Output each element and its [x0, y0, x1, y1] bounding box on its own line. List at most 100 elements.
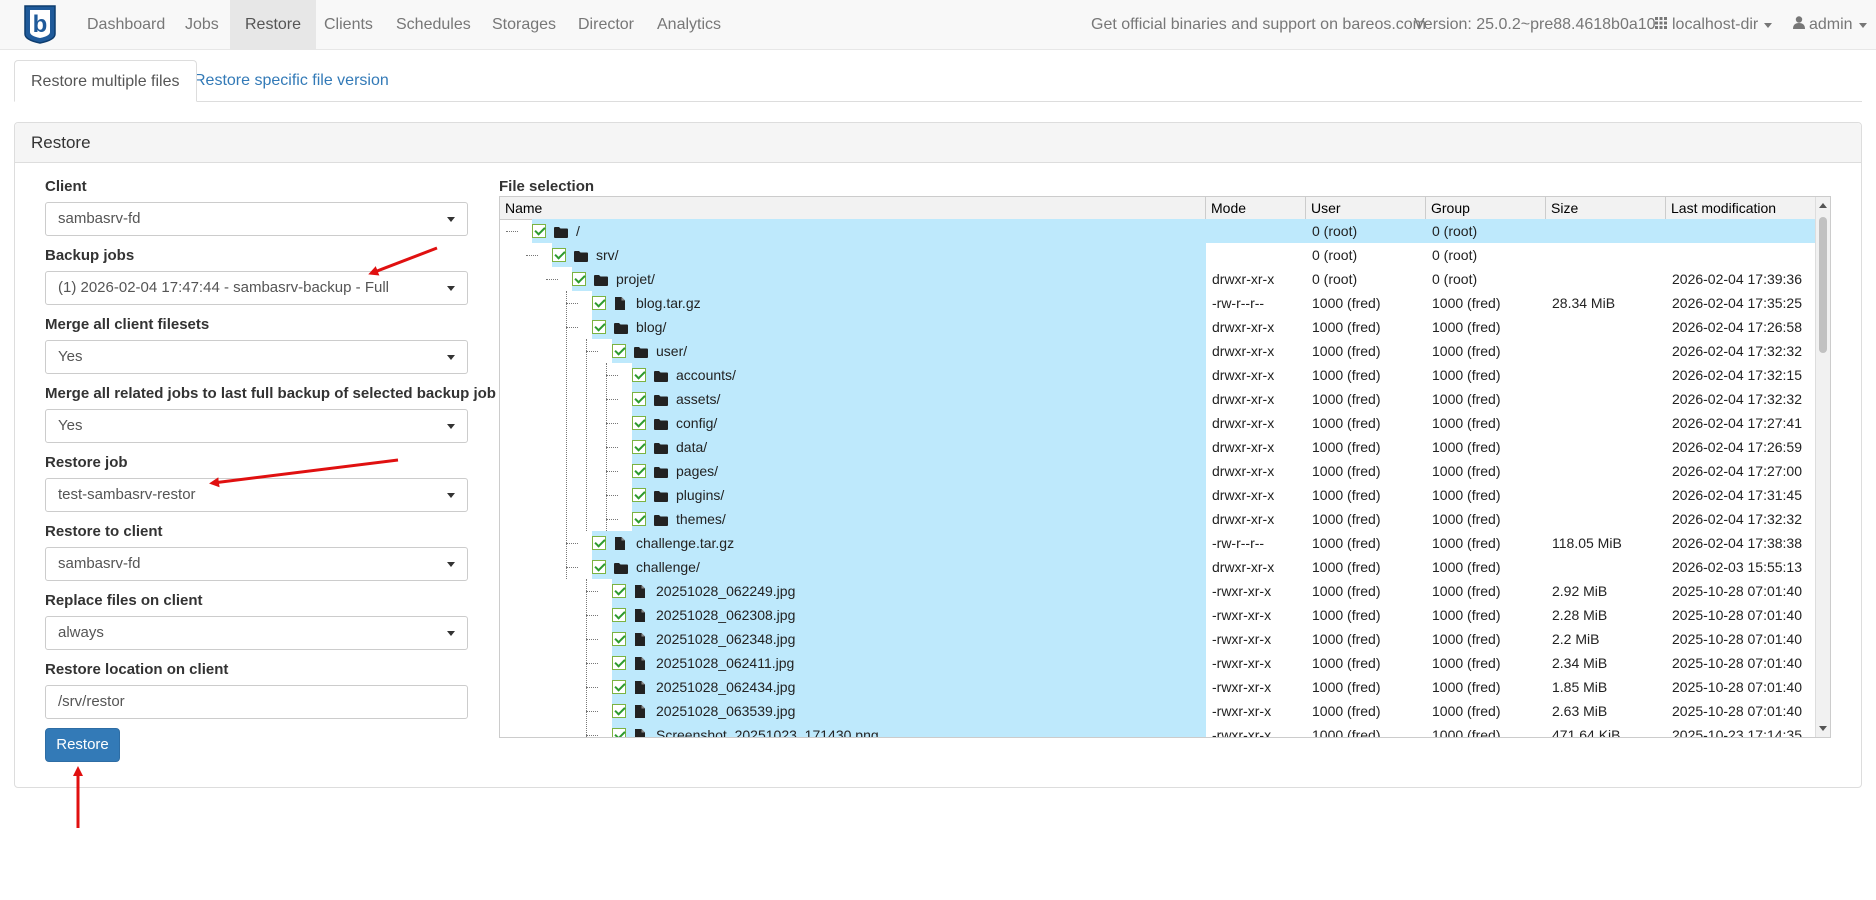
file-name[interactable]: 20251028_062308.jpg — [656, 603, 795, 627]
restore-job-select[interactable]: test-sambasrv-restor — [45, 478, 468, 512]
file-name[interactable]: projet/ — [616, 267, 655, 291]
user-dropdown[interactable]: admin — [1793, 0, 1867, 50]
table-row[interactable]: 20251028_062249.jpg -rwxr-xr-x 1000 (fred)… — [500, 579, 1816, 603]
checkbox[interactable] — [612, 632, 626, 646]
table-row[interactable]: pages/drwxr-xr-x 1000 (fred) 1000 (fred) 20… — [500, 459, 1816, 483]
table-row[interactable]: 20251028_062434.jpg -rwxr-xr-x 1000 (fred)… — [500, 675, 1816, 699]
checkbox[interactable] — [612, 728, 626, 737]
column-name[interactable]: Name — [500, 197, 1206, 219]
file-name[interactable]: blog/ — [636, 315, 666, 339]
column-size[interactable]: Size — [1546, 197, 1666, 219]
nav-restore[interactable]: Restore — [230, 0, 317, 50]
table-row[interactable]: 20251028_062348.jpg -rwxr-xr-x 1000 (fred)… — [500, 627, 1816, 651]
checkbox[interactable] — [612, 608, 626, 622]
file-name[interactable]: Screenshot_20251023_171430.png — [656, 723, 879, 737]
name-cell[interactable] — [632, 435, 1206, 459]
file-name[interactable]: data/ — [676, 435, 707, 459]
name-cell[interactable] — [592, 315, 1206, 339]
table-row[interactable]: Screenshot_20251023_171430.png -rwxr-xr-x… — [500, 723, 1816, 737]
nav-storages[interactable]: Storages — [477, 0, 571, 50]
checkbox[interactable] — [632, 488, 646, 502]
checkbox[interactable] — [612, 344, 626, 358]
nav-schedules[interactable]: Schedules — [381, 0, 486, 50]
checkbox[interactable] — [572, 272, 586, 286]
checkbox[interactable] — [612, 656, 626, 670]
bareos-logo[interactable]: b — [22, 4, 58, 44]
scroll-down-icon[interactable] — [1819, 726, 1827, 731]
column-last-modification[interactable]: Last modification — [1666, 197, 1816, 219]
file-name[interactable]: accounts/ — [676, 363, 736, 387]
file-name[interactable]: blog.tar.gz — [636, 291, 701, 315]
name-cell[interactable] — [632, 411, 1206, 435]
checkbox[interactable] — [552, 248, 566, 262]
checkbox[interactable] — [632, 464, 646, 478]
name-cell[interactable] — [612, 339, 1206, 363]
checkbox[interactable] — [592, 560, 606, 574]
column-user[interactable]: User — [1306, 197, 1426, 219]
file-name[interactable]: pages/ — [676, 459, 718, 483]
nav-analytics[interactable]: Analytics — [642, 0, 736, 50]
file-name[interactable]: plugins/ — [676, 483, 724, 507]
replace-files-select[interactable]: always — [45, 616, 468, 650]
table-row[interactable]: 20251028_062308.jpg -rwxr-xr-x 1000 (fred)… — [500, 603, 1816, 627]
checkbox[interactable] — [592, 296, 606, 310]
table-row[interactable]: plugins/drwxr-xr-x 1000 (fred) 1000 (fred)… — [500, 483, 1816, 507]
checkbox[interactable] — [592, 320, 606, 334]
promo-link[interactable]: Get official binaries and support on bar… — [1091, 0, 1426, 50]
file-name[interactable]: 20251028_062348.jpg — [656, 627, 795, 651]
name-cell[interactable] — [532, 219, 1206, 243]
table-row[interactable]: srv/0 (root) 0 (root) — [500, 243, 1816, 267]
table-row[interactable]: / 0 (root) 0 (root) — [500, 219, 1816, 243]
file-name[interactable]: 20251028_062411.jpg — [656, 651, 794, 675]
table-row[interactable]: user/drwxr-xr-x 1000 (fred) 1000 (fred) 202… — [500, 339, 1816, 363]
checkbox[interactable] — [632, 368, 646, 382]
table-row[interactable]: challenge.tar.gz -rw-r--r-- 1000 (fred) 100… — [500, 531, 1816, 555]
column-group[interactable]: Group — [1426, 197, 1546, 219]
file-name[interactable]: challenge.tar.gz — [636, 531, 734, 555]
grid-scrollbar[interactable] — [1815, 197, 1830, 737]
table-row[interactable]: assets/drwxr-xr-x 1000 (fred) 1000 (fred) 2… — [500, 387, 1816, 411]
tab-restore-multiple-files[interactable]: Restore multiple files — [14, 60, 197, 102]
checkbox[interactable] — [632, 440, 646, 454]
name-cell[interactable] — [632, 459, 1206, 483]
file-name[interactable]: / — [576, 219, 580, 243]
checkbox[interactable] — [632, 512, 646, 526]
name-cell[interactable] — [572, 267, 1206, 291]
restore-client-select[interactable]: sambasrv-fd — [45, 547, 468, 581]
scroll-thumb[interactable] — [1819, 217, 1827, 353]
nav-clients[interactable]: Clients — [309, 0, 388, 50]
director-dropdown[interactable]: localhost-dir — [1655, 0, 1773, 50]
nav-jobs[interactable]: Jobs — [170, 0, 234, 50]
file-name[interactable]: assets/ — [676, 387, 720, 411]
client-select[interactable]: sambasrv-fd — [45, 202, 468, 236]
table-row[interactable]: projet/drwxr-xr-x 0 (root) 0 (root) 2026-02… — [500, 267, 1816, 291]
nav-director[interactable]: Director — [563, 0, 649, 50]
table-row[interactable]: 20251028_062411.jpg -rwxr-xr-x 1000 (fred)… — [500, 651, 1816, 675]
file-name[interactable]: 20251028_062249.jpg — [656, 579, 795, 603]
checkbox[interactable] — [632, 416, 646, 430]
file-name[interactable]: themes/ — [676, 507, 726, 531]
table-row[interactable]: config/drwxr-xr-x 1000 (fred) 1000 (fred) 2… — [500, 411, 1816, 435]
table-row[interactable]: accounts/drwxr-xr-x 1000 (fred) 1000 (fred… — [500, 363, 1816, 387]
file-name[interactable]: 20251028_063539.jpg — [656, 699, 795, 723]
backup-jobs-select[interactable]: (1) 2026-02-04 17:47:44 - sambasrv-backu… — [45, 271, 468, 305]
name-cell[interactable] — [552, 243, 1206, 267]
nav-dashboard[interactable]: Dashboard — [72, 0, 180, 50]
table-row[interactable]: challenge/drwxr-xr-x 1000 (fred) 1000 (fre… — [500, 555, 1816, 579]
checkbox[interactable] — [612, 584, 626, 598]
file-name[interactable]: srv/ — [596, 243, 619, 267]
table-row[interactable]: blog/drwxr-xr-x 1000 (fred) 1000 (fred) 202… — [500, 315, 1816, 339]
file-name[interactable]: 20251028_062434.jpg — [656, 675, 795, 699]
table-row[interactable]: themes/drwxr-xr-x 1000 (fred) 1000 (fred) 2… — [500, 507, 1816, 531]
tab-restore-specific-file-version[interactable]: Restore specific file version — [178, 60, 405, 102]
checkbox[interactable] — [532, 224, 546, 238]
file-name[interactable]: challenge/ — [636, 555, 700, 579]
checkbox[interactable] — [592, 536, 606, 550]
file-name[interactable]: config/ — [676, 411, 717, 435]
column-mode[interactable]: Mode — [1206, 197, 1306, 219]
table-row[interactable]: data/drwxr-xr-x 1000 (fred) 1000 (fred) 202… — [500, 435, 1816, 459]
restore-location-input[interactable]: /srv/restor — [45, 685, 468, 719]
merge-jobs-select[interactable]: Yes — [45, 409, 468, 443]
merge-filesets-select[interactable]: Yes — [45, 340, 468, 374]
table-row[interactable]: blog.tar.gz -rw-r--r-- 1000 (fred) 1000 (fr… — [500, 291, 1816, 315]
